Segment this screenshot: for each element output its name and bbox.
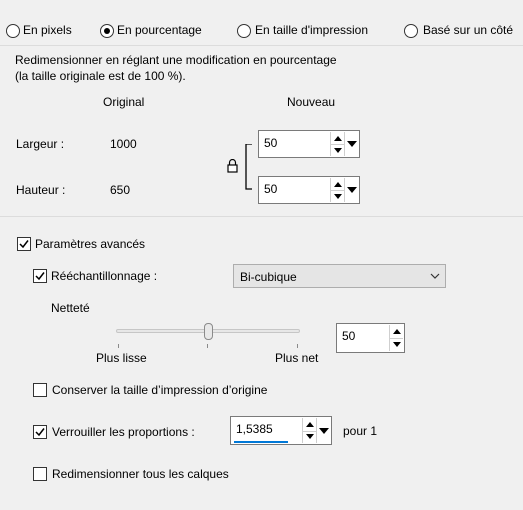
ratio-focus-underline (234, 441, 288, 443)
radio-print-size-label[interactable]: En taille d'impression (255, 23, 368, 37)
ratio-spinner[interactable]: 1,5385 (230, 416, 332, 445)
width-dropdown-button[interactable] (344, 132, 358, 156)
height-down-button[interactable] (331, 190, 344, 202)
radio-percent-label[interactable]: En pourcentage (117, 23, 202, 37)
sharpness-up-button[interactable] (390, 325, 403, 339)
link-bracket (245, 144, 252, 190)
description-line1: Redimensionner en réglant une modificati… (15, 53, 337, 67)
resize-layers-checkbox[interactable] (33, 467, 47, 481)
arrow-down-icon (305, 434, 314, 440)
checkmark-icon (35, 428, 45, 437)
slider-min-label: Plus lisse (96, 351, 147, 365)
arrow-down-icon (392, 342, 401, 347)
radio-pixels-label[interactable]: En pixels (23, 23, 72, 37)
ratio-dropdown-button[interactable] (316, 418, 330, 443)
lock-ratio-checkbox[interactable] (33, 425, 47, 439)
ratio-spin-buttons (302, 418, 316, 443)
arrow-up-icon (333, 135, 342, 141)
advanced-label[interactable]: Paramètres avancés (35, 237, 145, 251)
checkmark-icon (35, 272, 45, 281)
sharpness-label: Netteté (51, 301, 90, 315)
width-down-button[interactable] (331, 144, 344, 156)
ratio-value[interactable]: 1,5385 (236, 422, 273, 436)
checkmark-icon (19, 240, 29, 249)
height-spinner[interactable]: 50 (258, 176, 360, 204)
sharpness-value[interactable]: 50 (342, 329, 355, 343)
sharpness-spinner[interactable]: 50 (336, 323, 405, 353)
arrow-up-icon (392, 329, 401, 334)
ratio-up-button[interactable] (303, 418, 316, 432)
separator-middle (0, 216, 523, 217)
description-line2: (la taille originale est de 100 %). (15, 69, 186, 83)
resample-select-value[interactable]: Bi-cubique (240, 270, 297, 284)
slider-tick-max (297, 344, 298, 348)
radio-side[interactable] (404, 24, 418, 38)
width-spin-buttons (330, 132, 344, 156)
radio-pixels[interactable] (6, 24, 20, 38)
resample-label[interactable]: Rééchantillonnage : (51, 269, 157, 283)
advanced-checkbox[interactable] (17, 237, 31, 251)
keep-print-size-label[interactable]: Conserver la taille d’impression d’origi… (52, 383, 267, 397)
dropdown-arrow-icon (346, 187, 357, 193)
lock-icon[interactable] (227, 159, 238, 173)
arrow-down-icon (333, 193, 342, 199)
sharpness-slider-thumb[interactable] (203, 323, 213, 340)
width-original-value: 1000 (110, 137, 137, 151)
dropdown-arrow-icon (346, 141, 357, 147)
sharpness-down-button[interactable] (390, 338, 403, 351)
resample-select[interactable]: Bi-cubique (233, 264, 446, 288)
height-label: Hauteur : (16, 183, 66, 197)
lock-ratio-label[interactable]: Verrouiller les proportions : (52, 425, 195, 439)
height-new-value[interactable]: 50 (264, 182, 277, 196)
slider-max-label: Plus net (275, 351, 319, 365)
dropdown-arrow-icon (318, 427, 329, 434)
chevron-down-icon (430, 273, 440, 279)
slider-tick-mid (207, 344, 208, 348)
width-label: Largeur : (16, 137, 65, 151)
arrow-down-icon (333, 147, 342, 153)
height-spin-buttons (330, 178, 344, 202)
arrow-up-icon (305, 421, 314, 427)
sharpness-spin-buttons (389, 325, 403, 351)
resize-layers-label[interactable]: Redimensionner tous les calques (52, 467, 229, 481)
width-new-value[interactable]: 50 (264, 136, 277, 150)
radio-print-size[interactable] (237, 24, 251, 38)
ratio-down-button[interactable] (303, 431, 316, 444)
radio-side-label[interactable]: Basé sur un côté (423, 23, 513, 37)
resample-checkbox[interactable] (33, 269, 47, 283)
header-original: Original (103, 95, 145, 109)
keep-print-size-checkbox[interactable] (33, 383, 47, 397)
slider-tick-min (118, 344, 119, 348)
arrow-up-icon (333, 181, 342, 187)
separator-top (0, 45, 523, 46)
radio-percent[interactable] (100, 24, 114, 38)
header-new: Nouveau (287, 95, 336, 109)
height-dropdown-button[interactable] (344, 178, 358, 202)
height-original-value: 650 (110, 183, 131, 197)
width-spinner[interactable]: 50 (258, 130, 360, 158)
ratio-suffix: pour 1 (343, 424, 378, 438)
